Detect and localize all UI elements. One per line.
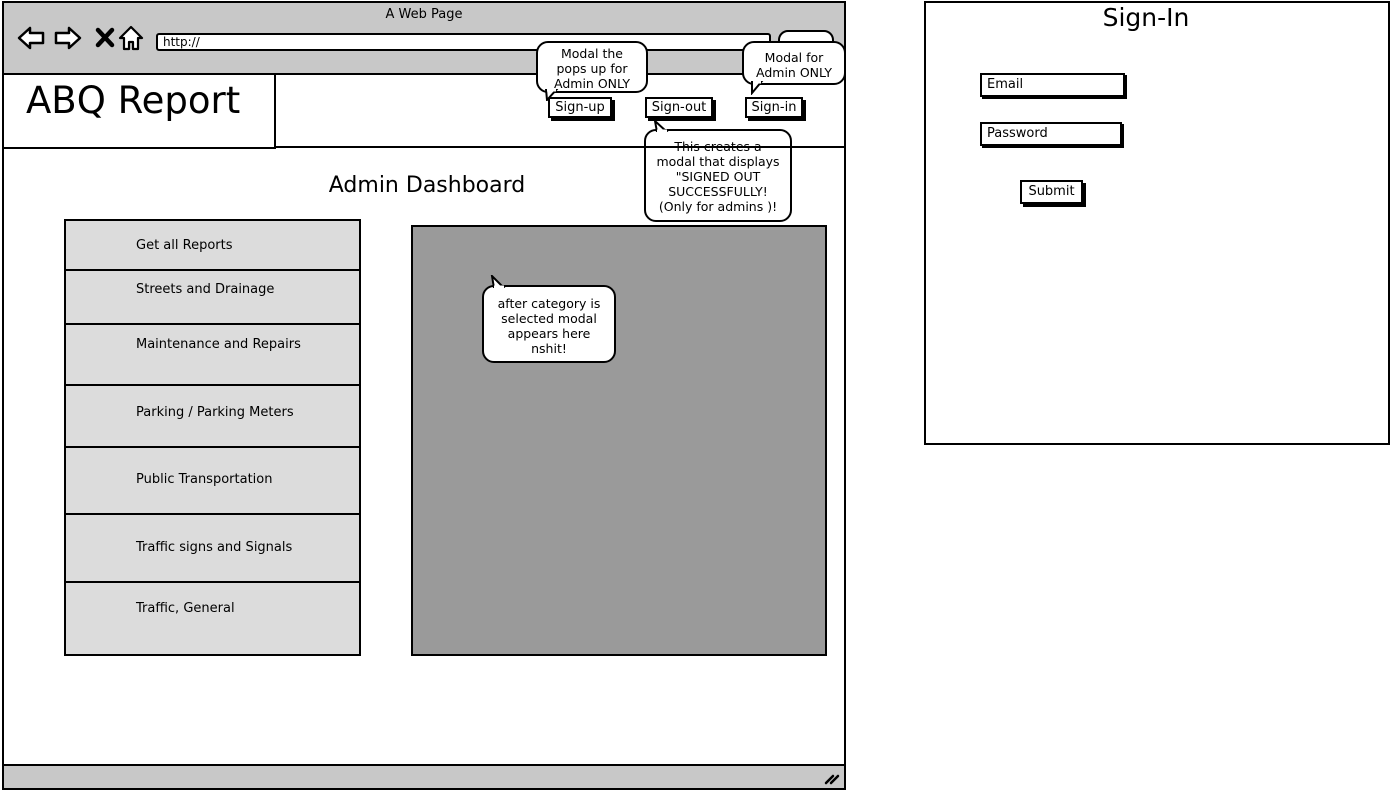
signin-note: Modal for Admin ONLY xyxy=(742,41,846,85)
signup-note-tail xyxy=(544,89,559,101)
category-label: Traffic, General xyxy=(136,601,235,616)
note-line: (Only for admins )! xyxy=(658,199,778,214)
signin-panel: Sign-In Email Password Submit xyxy=(924,1,1390,445)
url-input[interactable]: http:// xyxy=(156,33,771,51)
signin-note-tail xyxy=(751,81,764,95)
signup-note: Modal the pops up for Admin ONLY xyxy=(536,41,648,93)
note-line: Modal the xyxy=(561,46,623,61)
browser-window: A Web Page http:// ABQ Report Sign-up Si… xyxy=(2,1,846,790)
password-field[interactable]: Password xyxy=(980,122,1122,146)
logo-box: ABQ Report xyxy=(2,73,276,149)
note-line: pops up for xyxy=(556,61,628,76)
signin-button[interactable]: Sign-in xyxy=(745,97,803,118)
note-line: Admin ONLY xyxy=(756,65,832,80)
resize-icon[interactable] xyxy=(824,769,840,785)
note-line: selected modal xyxy=(501,311,597,326)
forward-icon[interactable] xyxy=(53,23,83,53)
category-item-traffic-general[interactable]: Traffic, General xyxy=(66,583,359,654)
note-line: nshit! xyxy=(531,341,567,356)
note-line: appears here xyxy=(507,326,591,341)
category-label: Parking / Parking Meters xyxy=(136,405,294,420)
category-list: Get all Reports Streets and Drainage Mai… xyxy=(64,219,361,656)
content-note-tail xyxy=(490,275,506,288)
category-label: Maintenance and Repairs xyxy=(136,337,301,352)
signin-title: Sign-In xyxy=(1102,3,1190,32)
category-item-parking[interactable]: Parking / Parking Meters xyxy=(66,386,359,448)
signout-button[interactable]: Sign-out xyxy=(645,97,713,118)
category-item-public-transportation[interactable]: Public Transportation xyxy=(66,448,359,515)
window-title: A Web Page xyxy=(385,7,463,22)
header-divider xyxy=(274,146,846,148)
browser-statusbar xyxy=(4,764,844,788)
note-line: after category is xyxy=(497,296,601,311)
note-line: This creates a xyxy=(674,139,762,154)
email-field[interactable]: Email xyxy=(980,73,1125,97)
category-item-get-all-reports[interactable]: Get all Reports xyxy=(66,221,359,271)
category-label: Traffic signs and Signals xyxy=(136,540,293,555)
signout-note-tail xyxy=(653,120,669,132)
content-note: after category is selected modal appears… xyxy=(482,285,616,363)
logo: ABQ Report xyxy=(26,79,241,122)
home-icon[interactable] xyxy=(116,23,146,53)
note-line: modal that displays xyxy=(656,154,780,169)
category-item-traffic-signs-signals[interactable]: Traffic signs and Signals xyxy=(66,515,359,583)
category-item-maintenance-repairs[interactable]: Maintenance and Repairs xyxy=(66,325,359,386)
category-item-streets-drainage[interactable]: Streets and Drainage xyxy=(66,271,359,325)
content-panel xyxy=(411,225,827,656)
category-label: Public Transportation xyxy=(136,472,273,487)
page-title: Admin Dashboard xyxy=(328,173,526,198)
submit-button[interactable]: Submit xyxy=(1020,180,1083,204)
note-line: Modal for xyxy=(764,50,824,65)
category-label: Streets and Drainage xyxy=(136,282,275,297)
browser-titlebar: A Web Page http:// xyxy=(4,3,844,75)
back-icon[interactable] xyxy=(16,23,46,53)
category-label: Get all Reports xyxy=(136,238,233,253)
